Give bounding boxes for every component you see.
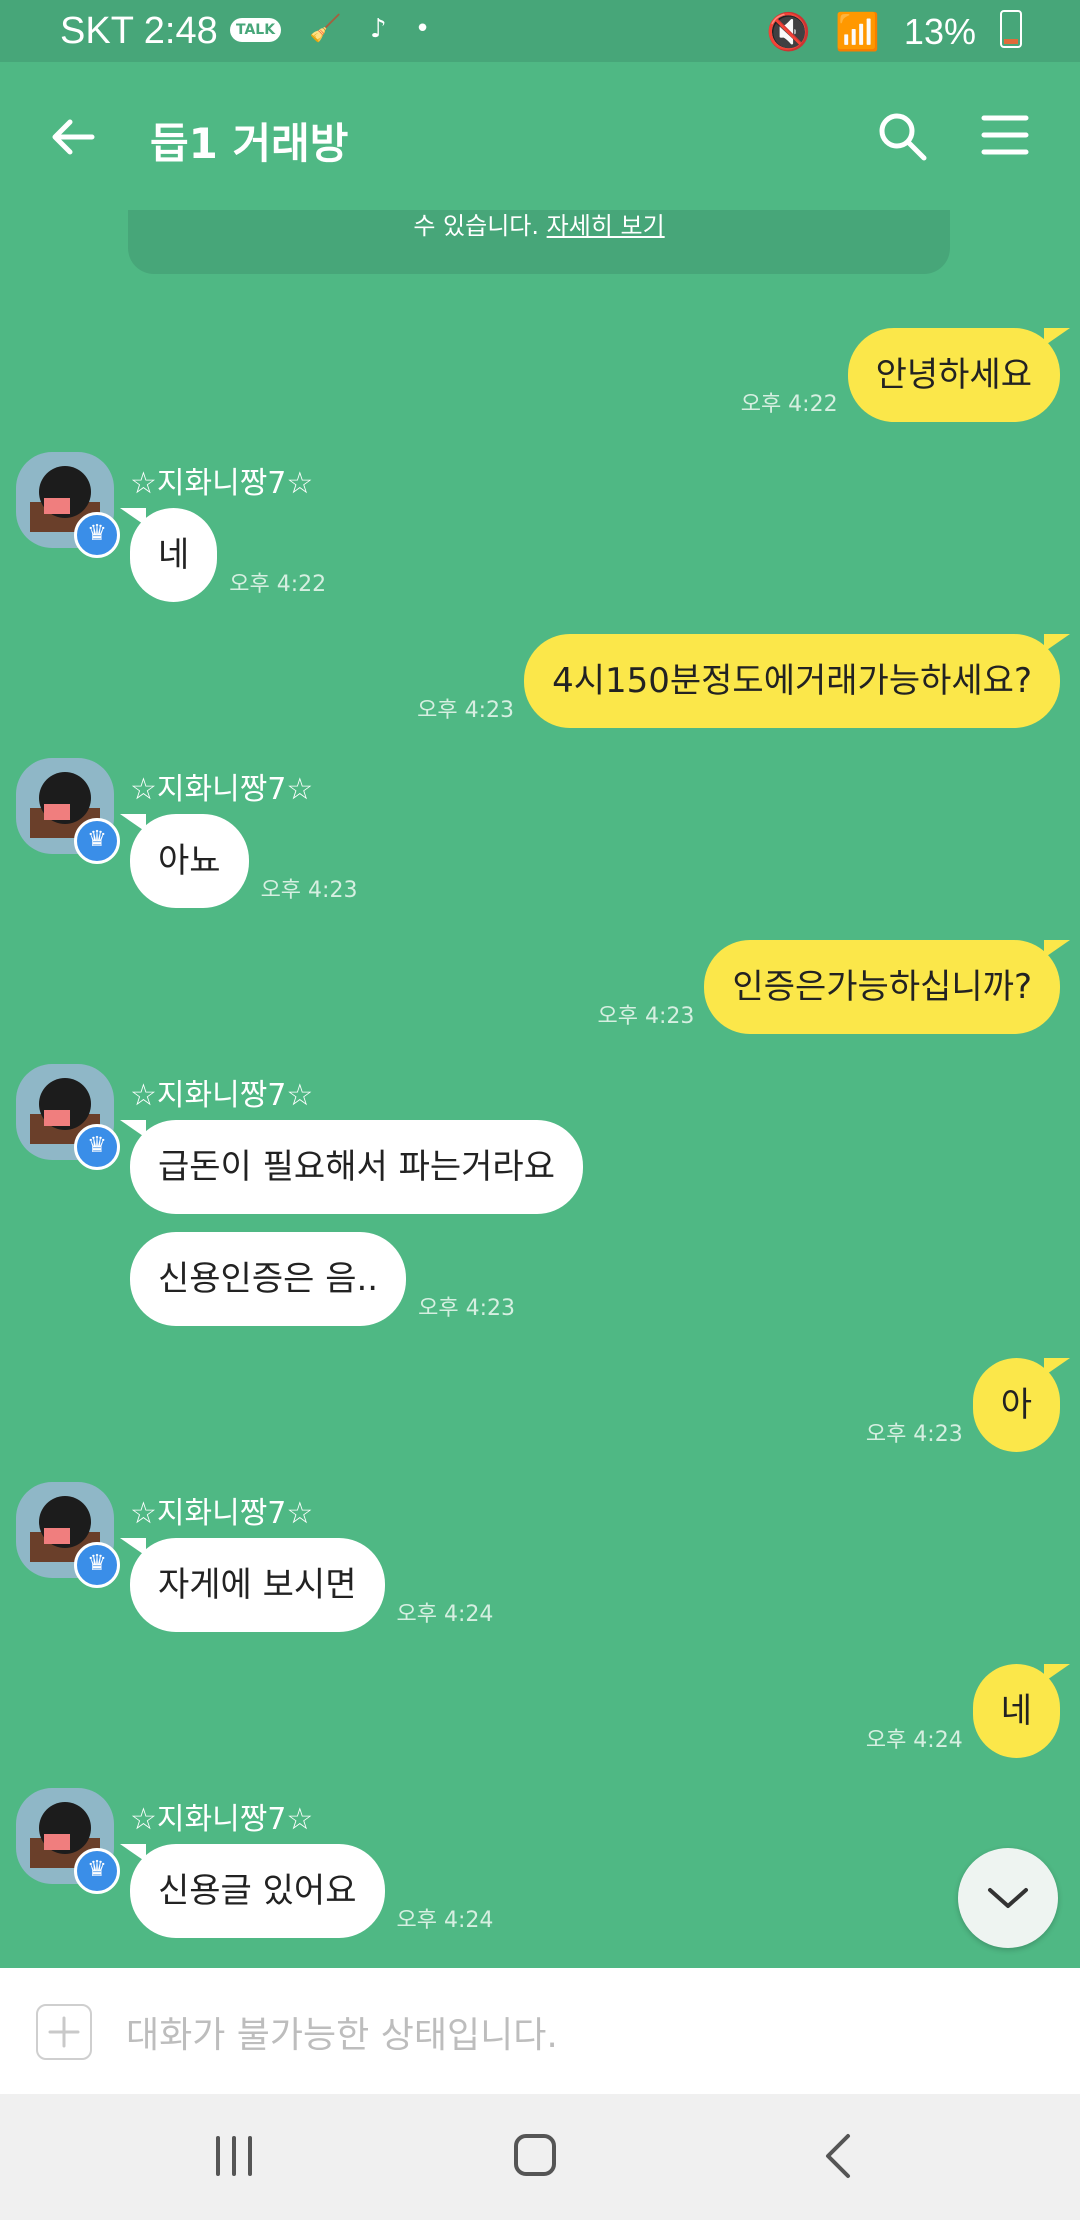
message-input-placeholder: 대화가 불가능한 상태입니다. bbox=[126, 2015, 558, 2056]
message-time: 오후 4:23 bbox=[865, 1422, 963, 1447]
status-carrier-time: SKT 2:48 bbox=[60, 10, 218, 52]
message-bubble-other[interactable]: 네 bbox=[119, 508, 218, 602]
battery-level: 13% bbox=[903, 11, 976, 52]
music-note-icon: ♪ bbox=[369, 14, 387, 44]
message-bubble-me[interactable]: 인증은가능하십니까? bbox=[704, 940, 1070, 1034]
message-time: 오후 4:23 bbox=[260, 878, 358, 903]
message-time: 오후 4:23 bbox=[418, 1296, 515, 1321]
recent-apps-icon bbox=[216, 2136, 252, 2176]
sender-name: ☆지화니짱7☆ bbox=[130, 1496, 314, 1531]
message-row-other: 네 오후 4:22 bbox=[119, 508, 327, 602]
message-bubble-me[interactable]: 4시150분정도에거래가능하세요? bbox=[524, 634, 1070, 728]
message-time: 오후 4:22 bbox=[740, 392, 838, 417]
sender-name: ☆지화니짱7☆ bbox=[130, 1078, 314, 1113]
message-row-me: 오후 4:24 네 bbox=[865, 1664, 1071, 1758]
notice-detail-link[interactable]: 자세히 보기 bbox=[547, 212, 665, 240]
message-input-bar: 대화가 불가능한 상태입니다. bbox=[0, 1968, 1080, 2094]
menu-button[interactable] bbox=[980, 110, 1030, 160]
message-row-other: 신용인증은 음.. 오후 4:23 bbox=[130, 1232, 515, 1326]
message-row-other: 아뇨 오후 4:23 bbox=[120, 814, 358, 908]
home-button[interactable] bbox=[514, 2134, 556, 2176]
crown-icon: ♛ bbox=[74, 818, 120, 864]
message-bubble-other[interactable]: 신용인증은 음.. bbox=[130, 1232, 407, 1326]
message-bubble-other[interactable]: 자게에 보시면 bbox=[120, 1538, 385, 1632]
plus-icon bbox=[48, 2016, 80, 2048]
back-button[interactable] bbox=[48, 112, 98, 162]
message-bubble-other[interactable]: 아뇨 bbox=[120, 814, 249, 908]
mute-icon: 🔇 bbox=[766, 11, 812, 52]
scroll-to-bottom-button[interactable] bbox=[958, 1848, 1058, 1948]
dot-icon: • bbox=[414, 14, 431, 44]
message-bubble-me[interactable]: 아 bbox=[972, 1358, 1071, 1452]
message-time: 오후 4:23 bbox=[417, 698, 515, 723]
notice-text: 수 있습니다. 자세히 보기 bbox=[413, 212, 665, 240]
status-bar: SKT 2:48 TALK 🧹 ♪ • 🔇 📶 13% bbox=[0, 0, 1080, 62]
broom-icon: 🧹 bbox=[309, 14, 342, 44]
message-row-other: 신용글 있어요 오후 4:24 bbox=[120, 1844, 494, 1938]
sender-name: ☆지화니짱7☆ bbox=[130, 466, 314, 501]
crown-icon: ♛ bbox=[74, 1848, 120, 1894]
message-row-me: 오후 4:23 4시150분정도에거래가능하세요? bbox=[417, 634, 1070, 728]
message-time: 오후 4:24 bbox=[865, 1728, 963, 1753]
message-row-me: 오후 4:23 인증은가능하십니까? bbox=[597, 940, 1070, 1034]
crown-icon: ♛ bbox=[74, 512, 120, 558]
crown-icon: ♛ bbox=[74, 1124, 120, 1170]
message-bubble-me[interactable]: 안녕하세요 bbox=[847, 328, 1071, 422]
chevron-down-icon bbox=[988, 1888, 1028, 1908]
chat-notice: 수 있습니다. 자세히 보기 bbox=[128, 210, 950, 274]
message-row-me: 오후 4:22 안녕하세요 bbox=[740, 328, 1071, 422]
message-time: 오후 4:24 bbox=[396, 1602, 494, 1627]
message-time: 오후 4:23 bbox=[597, 1004, 695, 1029]
system-nav-bar bbox=[0, 2094, 1080, 2220]
system-back-button[interactable] bbox=[820, 2132, 856, 2180]
message-bubble-other[interactable]: 급돈이 필요해서 파는거라요 bbox=[120, 1120, 583, 1214]
sender-name: ☆지화니짱7☆ bbox=[130, 772, 314, 807]
search-icon bbox=[879, 113, 927, 161]
recent-apps-button[interactable] bbox=[210, 2136, 258, 2176]
search-button[interactable] bbox=[874, 108, 930, 164]
talk-icon: TALK bbox=[230, 17, 282, 42]
crown-icon: ♛ bbox=[74, 1542, 120, 1588]
chat-header: 듭1 거래방 bbox=[0, 62, 1080, 212]
message-row-other: 급돈이 필요해서 파는거라요 bbox=[120, 1120, 583, 1214]
wifi-icon: 📶 bbox=[835, 11, 880, 52]
message-bubble-me[interactable]: 네 bbox=[972, 1664, 1071, 1758]
message-row-me: 오후 4:23 아 bbox=[865, 1358, 1071, 1452]
attach-button[interactable] bbox=[36, 2004, 92, 2060]
back-arrow-icon bbox=[52, 119, 95, 155]
message-row-other: 자게에 보시면 오후 4:24 bbox=[120, 1538, 494, 1632]
message-time: 오후 4:24 bbox=[396, 1908, 494, 1933]
chat-room-title: 듭1 거래방 bbox=[150, 119, 349, 168]
nav-back-icon bbox=[826, 2134, 850, 2178]
message-time: 오후 4:22 bbox=[229, 572, 327, 597]
sender-name: ☆지화니짱7☆ bbox=[130, 1802, 314, 1837]
menu-icon bbox=[981, 115, 1029, 155]
battery-icon bbox=[1000, 10, 1022, 48]
message-bubble-other[interactable]: 신용글 있어요 bbox=[120, 1844, 385, 1938]
